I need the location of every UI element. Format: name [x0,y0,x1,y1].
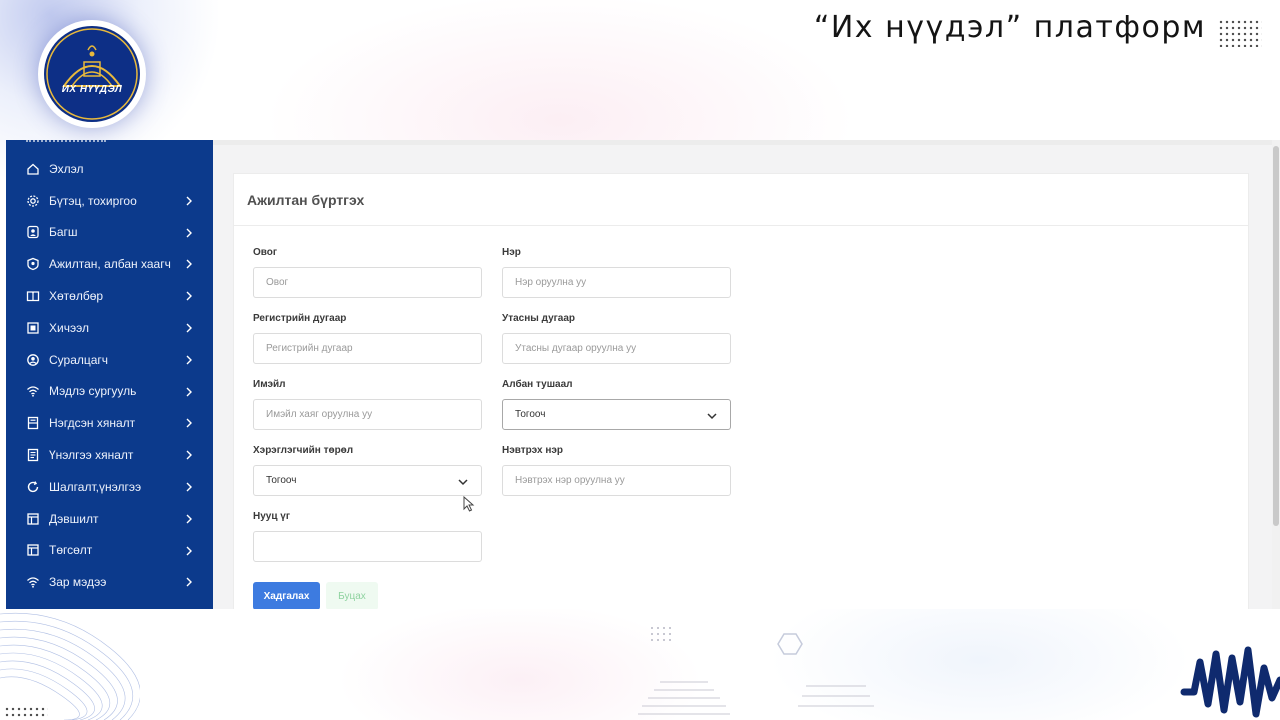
sidebar-cut-item [26,140,106,143]
home-icon [27,163,39,175]
refresh-icon [27,481,39,492]
sidebar-item-label: Дэвшилт [49,511,99,526]
user-type-select[interactable]: Тогооч [253,465,482,496]
chevron-right-icon [186,482,192,492]
gear-icon [27,195,39,207]
app-window: Эхлэл Бүтэц, тохиргоо Багш Ажилтан, албан х… [6,140,1280,609]
chevron-right-icon [186,418,192,428]
sidebar-item-3[interactable]: Багш [6,217,213,249]
wifi-icon [27,577,39,588]
sidebar-item-label: Төгсөлт [49,543,93,558]
last-name-input[interactable] [253,267,482,298]
chevron-right-icon [186,323,192,333]
sidebar-item-label: Зар мэдээ [49,575,107,590]
sidebar: Эхлэл Бүтэц, тохиргоо Багш Ажилтан, албан х… [6,140,213,609]
email-input[interactable] [253,399,482,430]
decor-dot-grid [1218,19,1262,47]
last-name-label: Овог [253,247,278,258]
content-top-strip [213,140,1280,145]
first-name-input[interactable] [502,267,731,298]
wifi-icon [27,386,39,398]
sidebar-item-8[interactable]: Мэдлэ сургууль [6,376,213,408]
password-input[interactable] [253,531,482,562]
student-icon [27,353,39,366]
sidebar-item-2[interactable]: Бүтэц, тохиргоо [6,185,213,217]
user-type-label: Хэрэглэгчийн төрөл [253,445,354,456]
chevron-down-icon [707,413,717,420]
email-label: Имэйл [253,379,286,390]
document-icon [27,448,39,462]
position-selected-value: Тогооч [515,409,546,420]
user-badge-icon [27,226,39,239]
sidebar-item-10[interactable]: Үнэлгээ хяналт [6,439,213,471]
staff-badge-icon [27,258,39,271]
sidebar-item-label: Эхлэл [49,161,84,176]
report-icon [27,417,39,430]
save-button[interactable]: Хадгалах [253,582,320,609]
sidebar-item-label: Нэгдсэн хяналт [49,416,136,431]
sidebar-item-12[interactable]: Дэвшилт [6,503,213,535]
sidebar-item-9[interactable]: Нэгдсэн хяналт [6,407,213,439]
mouse-cursor-icon [463,496,475,512]
position-select[interactable]: Тогооч [502,399,731,430]
phone-label: Утасны дугаар [502,313,576,324]
layout-icon [27,544,39,557]
slide-title: “Их нүүдэл” платформ [813,10,1206,45]
chevron-right-icon [186,196,192,206]
card-header: Ажилтан бүртгэх [234,174,1248,226]
sidebar-item-label: Бүтэц, тохиргоо [49,193,137,208]
sidebar-item-1[interactable]: Эхлэл [6,153,213,185]
decor-center-shapes [638,627,874,715]
chevron-right-icon [186,291,192,301]
username-input[interactable] [502,465,731,496]
chevron-right-icon [186,228,192,238]
sidebar-item-label: Суралцагч [49,352,109,367]
chevron-right-icon [186,387,192,397]
lesson-icon [27,322,39,334]
book-icon [26,291,40,302]
register-number-input[interactable] [253,333,482,364]
chevron-right-icon [186,514,192,524]
chevron-right-icon [186,355,192,365]
sidebar-item-6[interactable]: Хичээл [6,312,213,344]
user-type-selected-value: Тогооч [266,475,297,486]
scrollbar-thumb[interactable] [1273,146,1279,526]
sidebar-item-7[interactable]: Суралцагч [6,344,213,376]
back-button[interactable]: Буцах [326,582,378,609]
page-title: Ажилтан бүртгэх [247,191,365,208]
register-number-label: Регистрийн дугаар [253,313,347,324]
chevron-right-icon [186,450,192,460]
logo-text: ИХ НҮҮДЭЛ [61,84,123,95]
sidebar-item-label: Шалгалт,үнэлгээ [49,479,142,494]
sidebar-item-label: Ажилтан, албан хаагч [49,257,171,272]
sidebar-item-14[interactable]: Зар мэдээ [6,566,213,598]
sidebar-item-label: Хичээл [49,320,89,335]
username-label: Нэвтрэх нэр [502,445,564,456]
decor-wave-lines [0,612,140,720]
sidebar-item-label: Үнэлгээ хяналт [49,448,134,463]
position-label: Албан тушаал [502,379,573,390]
sidebar-item-11[interactable]: Шалгалт,үнэлгээ [6,471,213,503]
phone-input[interactable] [502,333,731,364]
first-name-label: Нэр [502,247,521,258]
decor-dot-grid-bottom [4,706,48,718]
sidebar-item-label: Багш [49,225,78,240]
chevron-down-icon [458,479,468,486]
chevron-right-icon [186,546,192,556]
sidebar-item-5[interactable]: Хөтөлбөр [6,280,213,312]
chevron-right-icon [186,577,192,587]
logo: ИХ НҮҮДЭЛ [38,20,146,128]
chevron-right-icon [186,259,192,269]
layout-icon [27,513,39,525]
page-scrollbar[interactable] [1272,140,1280,609]
sidebar-item-label: Мэдлэ сургууль [49,384,137,399]
sidebar-item-label: Хөтөлбөр [49,289,104,304]
sidebar-item-4[interactable]: Ажилтан, албан хаагч [6,248,213,280]
logo-emblem-icon [40,22,144,126]
password-label: Нууц үг [253,511,290,522]
sidebar-item-13[interactable]: Төгсөлт [6,535,213,567]
decor-signal-wave [1180,646,1280,718]
